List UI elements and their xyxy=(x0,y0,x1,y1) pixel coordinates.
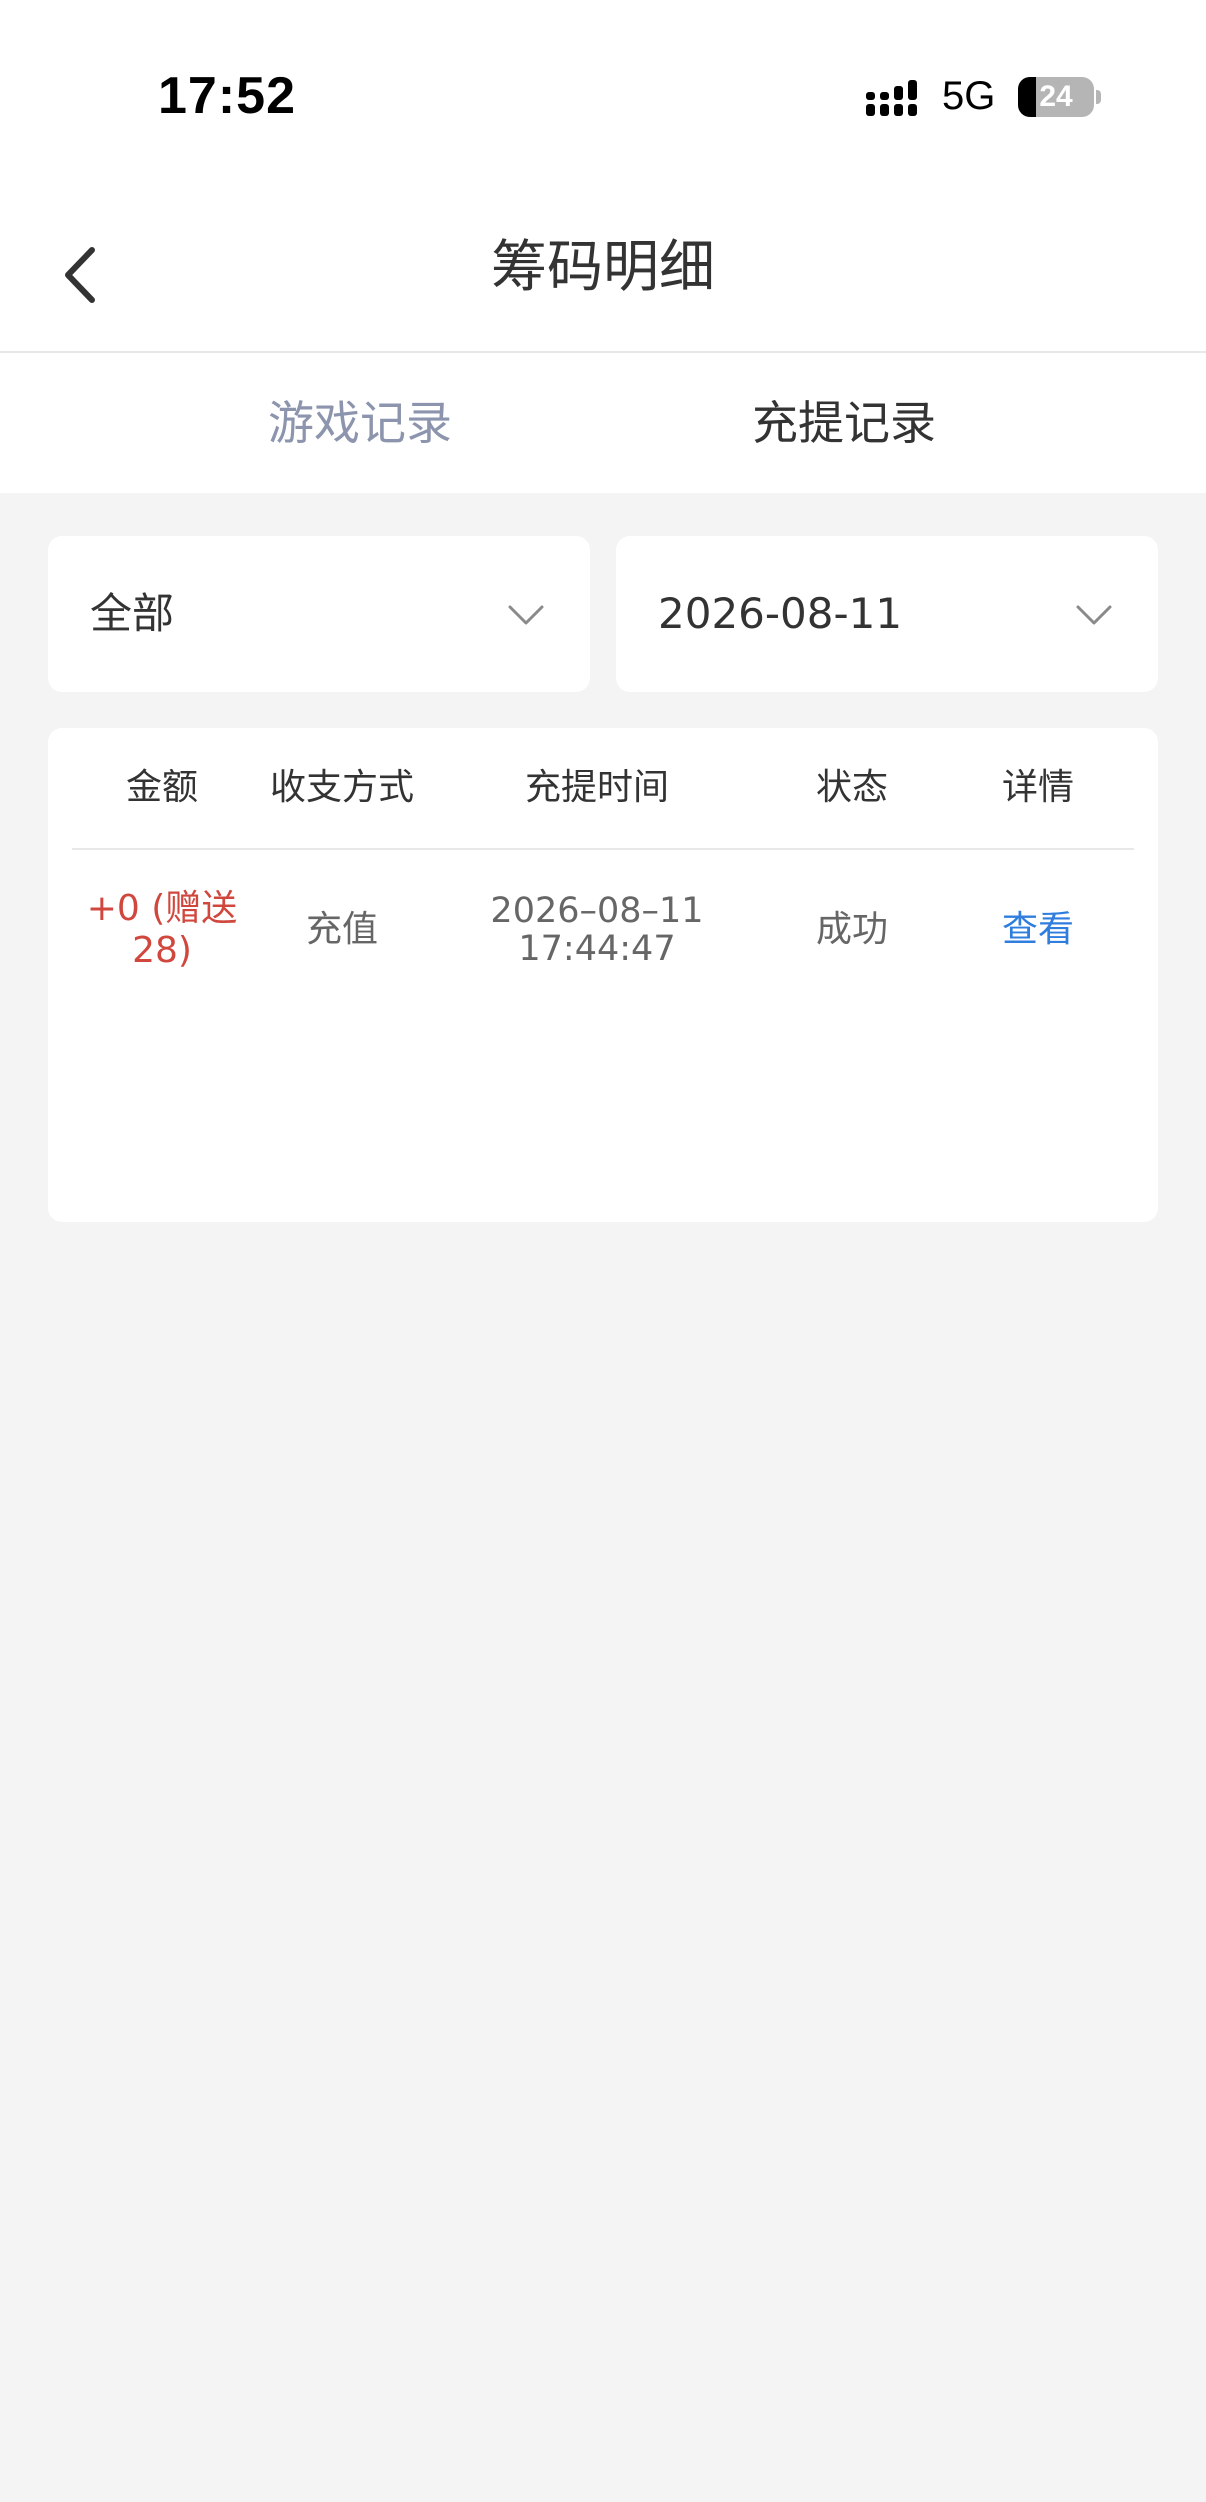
header-amount: 金额 xyxy=(125,767,198,808)
page-title: 筹码明细 xyxy=(491,235,715,300)
nav-bar: 筹码明细 xyxy=(0,190,1206,353)
chevron-down-icon xyxy=(508,605,544,625)
table-row: +0 (赠送28) 充值 2026–08–11 17:44:47 成功 查看 xyxy=(72,850,1134,1010)
row-method-cell: 充值 xyxy=(252,850,432,1010)
date-filter-select[interactable]: 2026-08-11 xyxy=(616,536,1158,692)
records-card: 金额 收支方式 充提时间 状态 详情 +0 (赠送28) 充值 2026–08–… xyxy=(48,728,1158,1222)
date-filter-value: 2026-08-11 xyxy=(658,589,903,638)
row-datetime: 2026–08–11 17:44:47 xyxy=(447,892,747,968)
view-detail-link[interactable]: 查看 xyxy=(1002,909,1074,951)
row-amount-cell: +0 (赠送28) xyxy=(72,850,252,1010)
chevron-down-icon xyxy=(1076,605,1112,625)
row-time-cell: 2026–08–11 17:44:47 xyxy=(432,850,762,1010)
row-date: 2026–08–11 xyxy=(490,891,704,931)
records-table: 金额 收支方式 充提时间 状态 详情 +0 (赠送28) 充值 2026–08–… xyxy=(72,728,1134,1010)
status-bar: 17:52 5G 24 xyxy=(0,0,1206,190)
battery-cap xyxy=(1096,90,1101,104)
battery-level: 24 xyxy=(1039,80,1073,113)
row-status: 成功 xyxy=(815,909,888,950)
battery-icon: 24 xyxy=(1018,77,1094,117)
status-time: 17:52 xyxy=(158,67,296,125)
row-time: 17:44:47 xyxy=(518,929,676,969)
table-header: 金额 收支方式 充提时间 状态 详情 xyxy=(72,728,1134,850)
tab-game-records[interactable]: 游戏记录 xyxy=(210,353,510,493)
type-filter-select[interactable]: 全部 xyxy=(48,536,590,692)
row-method: 充值 xyxy=(305,909,378,950)
network-type: 5G xyxy=(942,74,996,118)
row-status-cell: 成功 xyxy=(762,850,942,1010)
tab-bar: 游戏记录 充提记录 xyxy=(0,353,1206,493)
header-detail: 详情 xyxy=(1001,767,1074,808)
cellular-signal-icon xyxy=(866,80,917,116)
row-detail-cell: 查看 xyxy=(942,850,1134,1010)
type-filter-value: 全部 xyxy=(90,589,175,638)
header-status: 状态 xyxy=(815,767,888,808)
header-time: 充提时间 xyxy=(524,767,669,808)
header-method: 收支方式 xyxy=(269,767,414,808)
tab-deposit-withdraw-records[interactable]: 充提记录 xyxy=(694,353,994,493)
row-amount: +0 (赠送28) xyxy=(86,888,238,971)
